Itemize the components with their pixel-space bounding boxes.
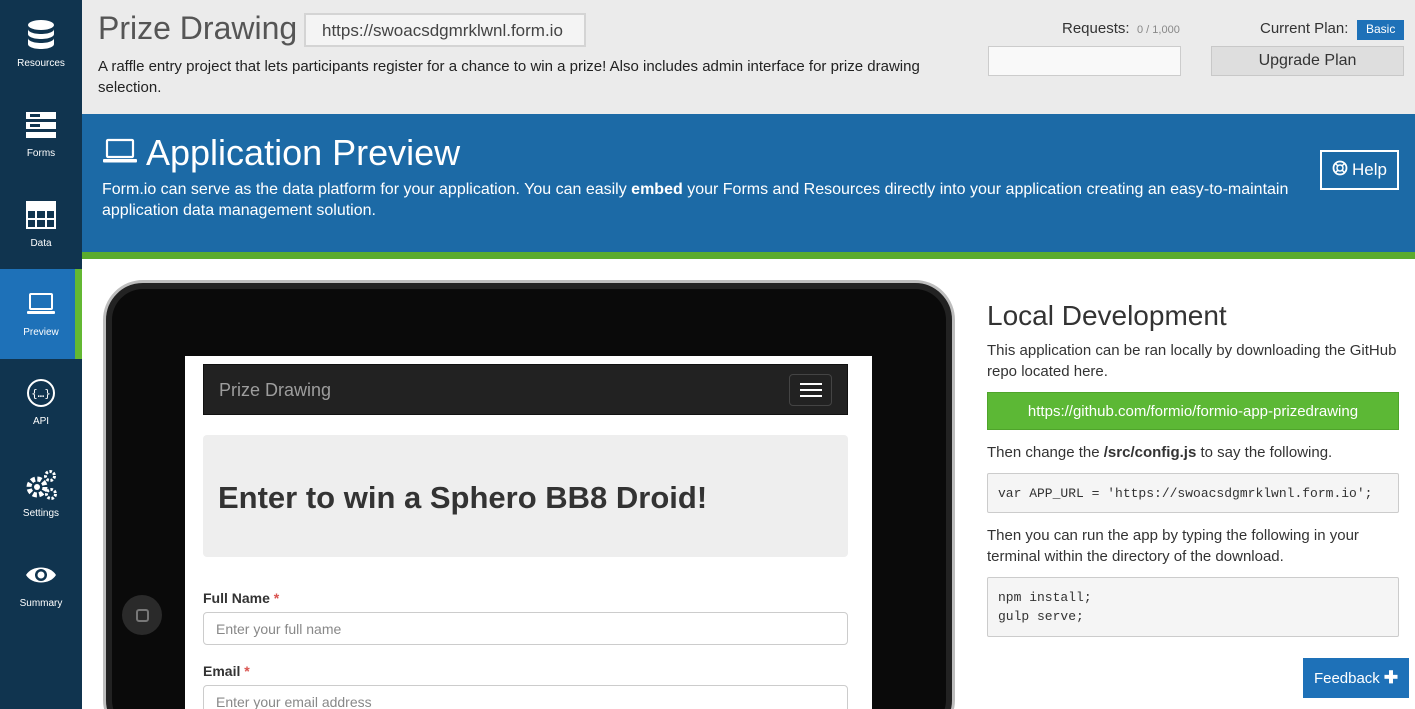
plan-label: Current Plan: bbox=[1260, 20, 1349, 37]
banner-title-row: Application Preview bbox=[102, 132, 460, 174]
sidebar-item-resources[interactable]: Resources bbox=[0, 0, 82, 90]
sidebar-item-data[interactable]: Data bbox=[0, 180, 82, 270]
sidebar-item-label: Settings bbox=[22, 508, 60, 519]
sidebar-item-api[interactable]: {…} API bbox=[0, 358, 82, 448]
database-icon bbox=[26, 18, 56, 52]
local-development-title: Local Development bbox=[987, 300, 1227, 331]
eye-icon bbox=[25, 558, 57, 592]
config-instruction: Then change the /src/config.js to say th… bbox=[987, 444, 1333, 461]
banner-description: Form.io can serve as the data platform f… bbox=[102, 181, 1289, 219]
project-header: Prize Drawing https://swoacsdgmrklwnl.fo… bbox=[82, 0, 1415, 114]
requests-progress-bar bbox=[988, 46, 1181, 76]
run-code-block: npm install; gulp serve; bbox=[987, 577, 1399, 637]
feedback-button[interactable]: Feedback ✚ bbox=[1303, 658, 1409, 698]
upgrade-plan-button[interactable]: Upgrade Plan bbox=[1211, 46, 1404, 76]
sidebar: Resources Forms Data Preview {…} API Set… bbox=[0, 0, 82, 709]
config-code-block: var APP_URL = 'https://swoacsdgmrklwnl.f… bbox=[987, 473, 1399, 513]
api-icon: {…} bbox=[26, 376, 56, 410]
app-navbar: Prize Drawing bbox=[203, 364, 848, 415]
sidebar-item-label: Preview bbox=[23, 327, 59, 338]
project-url[interactable]: https://swoacsdgmrklwnl.form.io bbox=[304, 13, 586, 47]
help-label: Help bbox=[1352, 160, 1387, 179]
project-description: A raffle entry project that lets partici… bbox=[98, 58, 920, 96]
app-heading: Enter to win a Sphero BB8 Droid! bbox=[218, 480, 708, 515]
menu-icon[interactable] bbox=[789, 374, 832, 406]
sidebar-item-settings[interactable]: Settings bbox=[0, 450, 82, 540]
app-jumbotron: Enter to win a Sphero BB8 Droid! bbox=[203, 435, 848, 557]
help-button[interactable]: Help bbox=[1320, 150, 1399, 190]
run-instruction: Then you can run the app by typing the f… bbox=[987, 527, 1359, 565]
sidebar-item-preview[interactable]: Preview bbox=[0, 269, 82, 359]
sidebar-item-summary[interactable]: Summary bbox=[0, 540, 82, 630]
laptop-icon bbox=[26, 287, 56, 321]
project-title: Prize Drawing bbox=[98, 10, 298, 46]
forms-icon bbox=[25, 108, 57, 142]
requests-count: 0 / 1,000 bbox=[1137, 24, 1180, 36]
email-label: Email * bbox=[203, 663, 250, 679]
full-name-label: Full Name * bbox=[203, 590, 280, 606]
laptop-icon bbox=[102, 137, 138, 170]
banner-title: Application Preview bbox=[146, 132, 461, 173]
plus-icon: ✚ bbox=[1383, 668, 1399, 687]
gears-icon bbox=[24, 468, 58, 502]
sidebar-item-forms[interactable]: Forms bbox=[0, 90, 82, 180]
sidebar-item-label: Forms bbox=[26, 148, 56, 159]
plan-badge: Basic bbox=[1357, 20, 1405, 40]
app-brand[interactable]: Prize Drawing bbox=[219, 380, 331, 401]
app-preview-screen: Prize Drawing Enter to win a Sphero BB8 … bbox=[185, 356, 872, 709]
application-preview-banner: Application Preview Form.io can serve as… bbox=[82, 114, 1415, 259]
svg-text:{…}: {…} bbox=[31, 387, 51, 400]
full-name-input[interactable] bbox=[203, 612, 848, 645]
lifebuoy-icon bbox=[1332, 160, 1348, 181]
github-repo-link[interactable]: https://github.com/formio/formio-app-pri… bbox=[987, 392, 1399, 430]
sidebar-item-label: Resources bbox=[17, 58, 65, 69]
tablet-home-button bbox=[122, 595, 162, 635]
sidebar-item-label: API bbox=[32, 416, 50, 427]
table-icon bbox=[26, 198, 56, 232]
email-input[interactable] bbox=[203, 685, 848, 709]
sidebar-item-label: Summary bbox=[19, 598, 63, 609]
feedback-label: Feedback bbox=[1313, 669, 1380, 687]
sidebar-item-label: Data bbox=[30, 238, 52, 249]
local-development-intro: This application can be ran locally by d… bbox=[987, 342, 1397, 380]
requests-label: Requests: bbox=[1062, 20, 1130, 37]
